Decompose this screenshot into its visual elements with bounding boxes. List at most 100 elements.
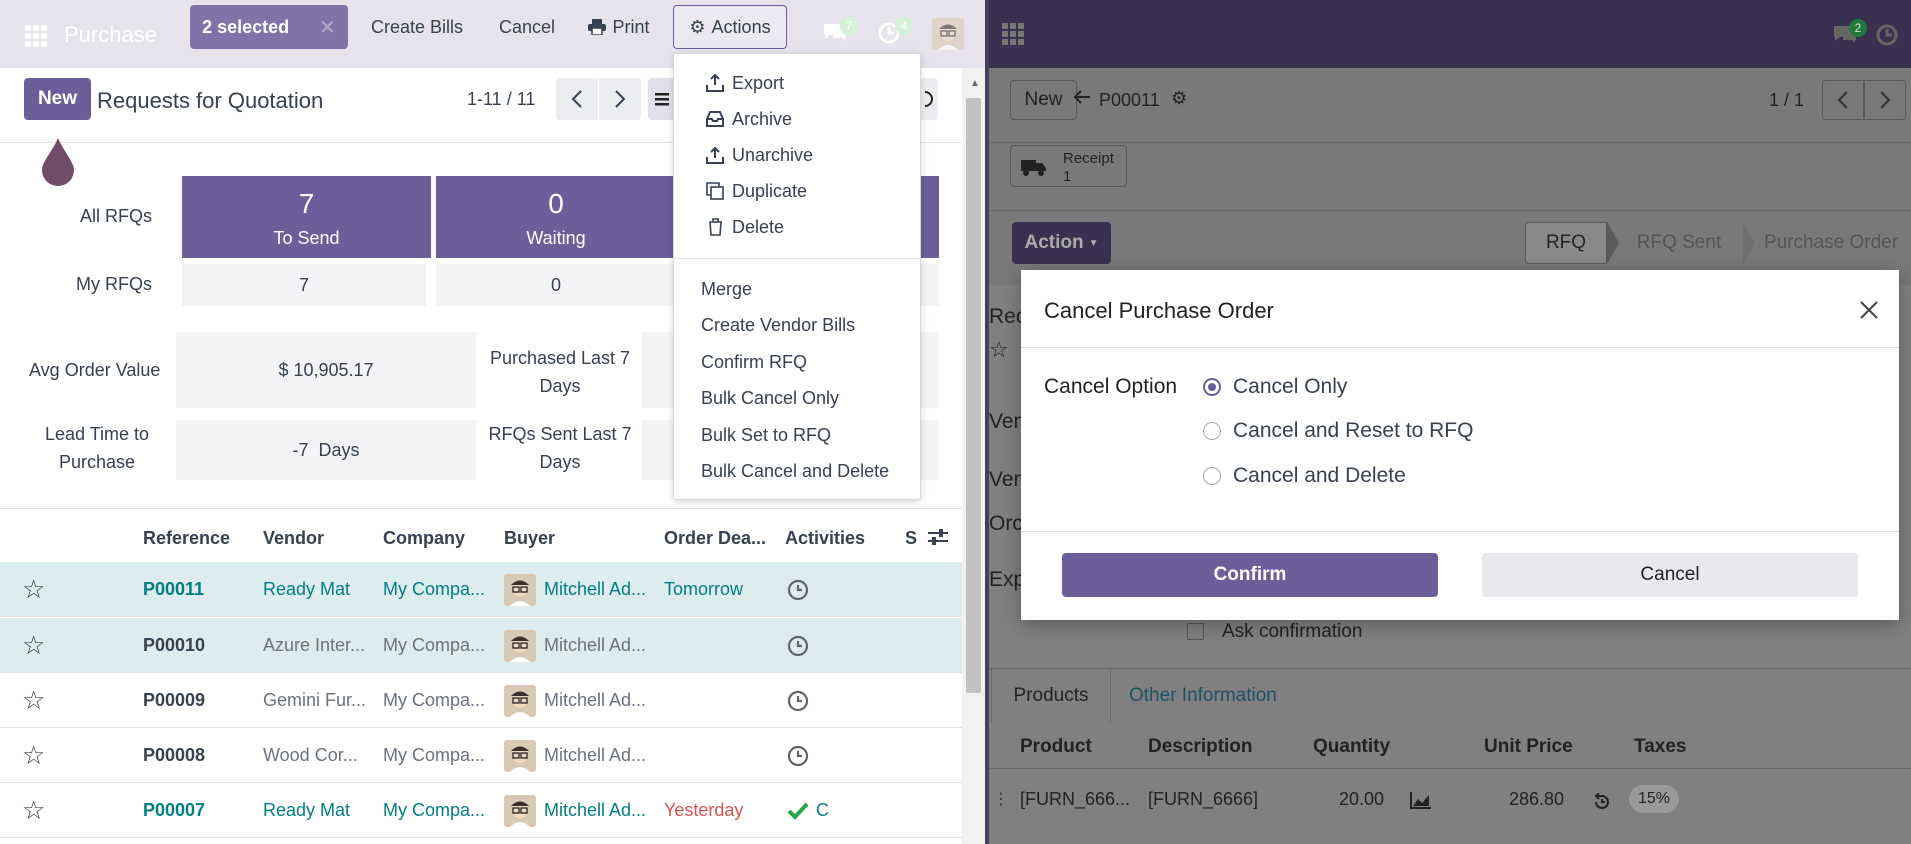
- header-order-deadline[interactable]: Order Dea...: [664, 528, 766, 549]
- dialog-cancel-button[interactable]: Cancel: [1482, 553, 1858, 597]
- header-reference[interactable]: Reference: [143, 528, 230, 549]
- header-status[interactable]: S: [905, 528, 917, 549]
- menu-item-unarchive-label: Unarchive: [732, 144, 814, 165]
- menu-item-confirm-rfq[interactable]: Confirm RFQ: [674, 345, 920, 379]
- status-purchase-order[interactable]: Purchase Order: [1751, 222, 1911, 264]
- tab-products[interactable]: Products: [991, 668, 1111, 722]
- radio-cancel-reset[interactable]: [1203, 422, 1221, 440]
- star-icon[interactable]: ☆: [989, 337, 1009, 363]
- cell-activity-text: [816, 562, 836, 617]
- favorite-star-icon[interactable]: ☆: [22, 673, 52, 728]
- print-button[interactable]: Print: [576, 5, 662, 49]
- menu-item-bulk-cancel-delete[interactable]: Bulk Cancel and Delete: [674, 454, 920, 488]
- favorite-star-icon[interactable]: ☆: [22, 562, 52, 617]
- option-cancel-delete[interactable]: Cancel and Delete: [1203, 461, 1406, 491]
- menu-item-duplicate[interactable]: Duplicate: [674, 174, 920, 208]
- tile-to-send[interactable]: 7 To Send: [182, 176, 431, 258]
- new-button[interactable]: New: [1010, 80, 1077, 120]
- menu-item-delete[interactable]: Delete: [674, 210, 920, 244]
- favorite-star-icon[interactable]: ☆: [22, 783, 52, 838]
- clock-icon[interactable]: [1876, 24, 1898, 46]
- line-header-quantity[interactable]: Quantity: [1313, 736, 1390, 758]
- tile-waiting[interactable]: 0 Waiting: [436, 176, 676, 258]
- apps-menu-icon[interactable]: [1001, 22, 1025, 46]
- table-row[interactable]: ☆ P00009 Gemini Fur... My Compa... Mitchell …: [0, 673, 962, 728]
- clear-selection-icon[interactable]: ✕: [319, 15, 336, 40]
- line-tax-badge[interactable]: 15%: [1629, 785, 1679, 813]
- line-header-taxes[interactable]: Taxes: [1634, 736, 1686, 758]
- header-buyer[interactable]: Buyer: [504, 528, 555, 549]
- new-button[interactable]: New: [24, 78, 91, 120]
- activity-clock-icon[interactable]: [787, 618, 817, 673]
- activity-view-switch[interactable]: [920, 78, 938, 120]
- activity-clock-icon[interactable]: [787, 673, 817, 728]
- status-rfq[interactable]: RFQ: [1525, 222, 1607, 264]
- actions-button[interactable]: ⚙ Actions: [673, 5, 787, 49]
- gear-icon[interactable]: ⚙: [1171, 88, 1187, 109]
- menu-item-create-vendor-bills[interactable]: Create Vendor Bills: [674, 308, 920, 342]
- header-company[interactable]: Company: [383, 528, 465, 549]
- scroll-up-icon[interactable]: ▲: [970, 78, 980, 89]
- user-avatar[interactable]: [932, 18, 964, 50]
- activity-clock-icon[interactable]: [787, 562, 817, 617]
- action-button[interactable]: Action ▼: [1012, 222, 1111, 264]
- pager-next-button[interactable]: [599, 78, 641, 120]
- menu-item-merge[interactable]: Merge: [674, 272, 920, 306]
- apps-menu-icon[interactable]: [22, 22, 50, 50]
- pager-prev-button[interactable]: [1822, 80, 1864, 120]
- line-header-description[interactable]: Description: [1148, 736, 1253, 758]
- menu-item-bulk-set-to-rfq[interactable]: Bulk Set to RFQ: [674, 418, 920, 452]
- create-bills-button[interactable]: Create Bills: [354, 5, 480, 49]
- table-row[interactable]: ☆ P00007 Ready Mat My Compa... Mitchell Ad..…: [0, 783, 962, 838]
- scrollbar-thumb[interactable]: [966, 98, 981, 693]
- confirm-button[interactable]: Confirm: [1062, 553, 1438, 597]
- app-name[interactable]: Purchase: [64, 22, 157, 48]
- option-cancel-reset[interactable]: Cancel and Reset to RFQ: [1203, 416, 1473, 446]
- menu-item-bulk-cancel-only[interactable]: Bulk Cancel Only: [674, 381, 920, 415]
- line-quantity[interactable]: 20.00: [1339, 789, 1384, 810]
- favorite-star-icon[interactable]: ☆: [22, 728, 52, 783]
- header-activities[interactable]: Activities: [785, 528, 865, 549]
- cancel-selection-button[interactable]: Cancel: [484, 5, 570, 49]
- table-row[interactable]: ☆ P00010 Azure Inter... My Compa... Mitchell…: [0, 618, 962, 673]
- close-icon[interactable]: [1851, 292, 1887, 328]
- header-vendor[interactable]: Vendor: [263, 528, 324, 549]
- menu-item-unarchive[interactable]: Unarchive: [674, 138, 920, 172]
- activity-clock-icon[interactable]: [787, 728, 817, 783]
- list-scrollbar[interactable]: ▲: [962, 68, 985, 844]
- table-row[interactable]: ☆ P00008 Wood Cor... My Compa... Mitchell Ad…: [0, 728, 962, 783]
- status-rfq-sent[interactable]: RFQ Sent: [1615, 222, 1743, 264]
- my-waiting[interactable]: 0: [436, 264, 676, 306]
- tab-other-information[interactable]: Other Information: [1129, 685, 1277, 707]
- selection-count-button[interactable]: 2 selected ✕: [190, 5, 348, 49]
- radio-cancel-delete[interactable]: [1203, 467, 1221, 485]
- line-unit-price[interactable]: 286.80: [1509, 789, 1564, 810]
- table-row[interactable]: ☆ P00011 Ready Mat My Compa... Mitchell Ad..…: [0, 562, 962, 617]
- menu-item-archive[interactable]: Archive: [674, 102, 920, 136]
- pager-prev-button[interactable]: [556, 78, 598, 120]
- pager-next-button[interactable]: [1864, 80, 1906, 120]
- line-description[interactable]: [FURN_6666]: [1148, 789, 1258, 810]
- option-cancel-only[interactable]: Cancel Only: [1203, 372, 1347, 402]
- buyer-avatar: [504, 684, 536, 717]
- my-to-send[interactable]: 7: [182, 264, 426, 306]
- check-icon[interactable]: [787, 783, 817, 838]
- favorite-star-icon[interactable]: ☆: [22, 618, 52, 673]
- back-arrow-icon[interactable]: [1073, 90, 1091, 104]
- menu-item-export[interactable]: Export: [674, 66, 920, 100]
- line-header-product[interactable]: Product: [1020, 736, 1092, 758]
- line-header-unit-price[interactable]: Unit Price: [1484, 736, 1573, 758]
- optional-columns-icon[interactable]: [928, 528, 948, 546]
- control-divider: [989, 142, 1911, 143]
- radio-cancel-only[interactable]: [1203, 378, 1221, 396]
- receipt-smart-button[interactable]: Receipt 1: [1010, 145, 1127, 187]
- cell-activity-text: [816, 618, 836, 673]
- history-icon[interactable]: [1593, 793, 1611, 811]
- pager-value[interactable]: 1-11 / 11: [467, 89, 535, 110]
- line-product[interactable]: [FURN_666...: [1020, 789, 1130, 810]
- forecast-chart-icon[interactable]: [1410, 791, 1432, 809]
- drag-handle-icon[interactable]: ⋮: [993, 789, 1009, 809]
- pager-value[interactable]: 1 / 1: [1769, 90, 1804, 111]
- ask-confirmation-checkbox[interactable]: [1187, 623, 1204, 640]
- list-view-switch[interactable]: [648, 78, 676, 120]
